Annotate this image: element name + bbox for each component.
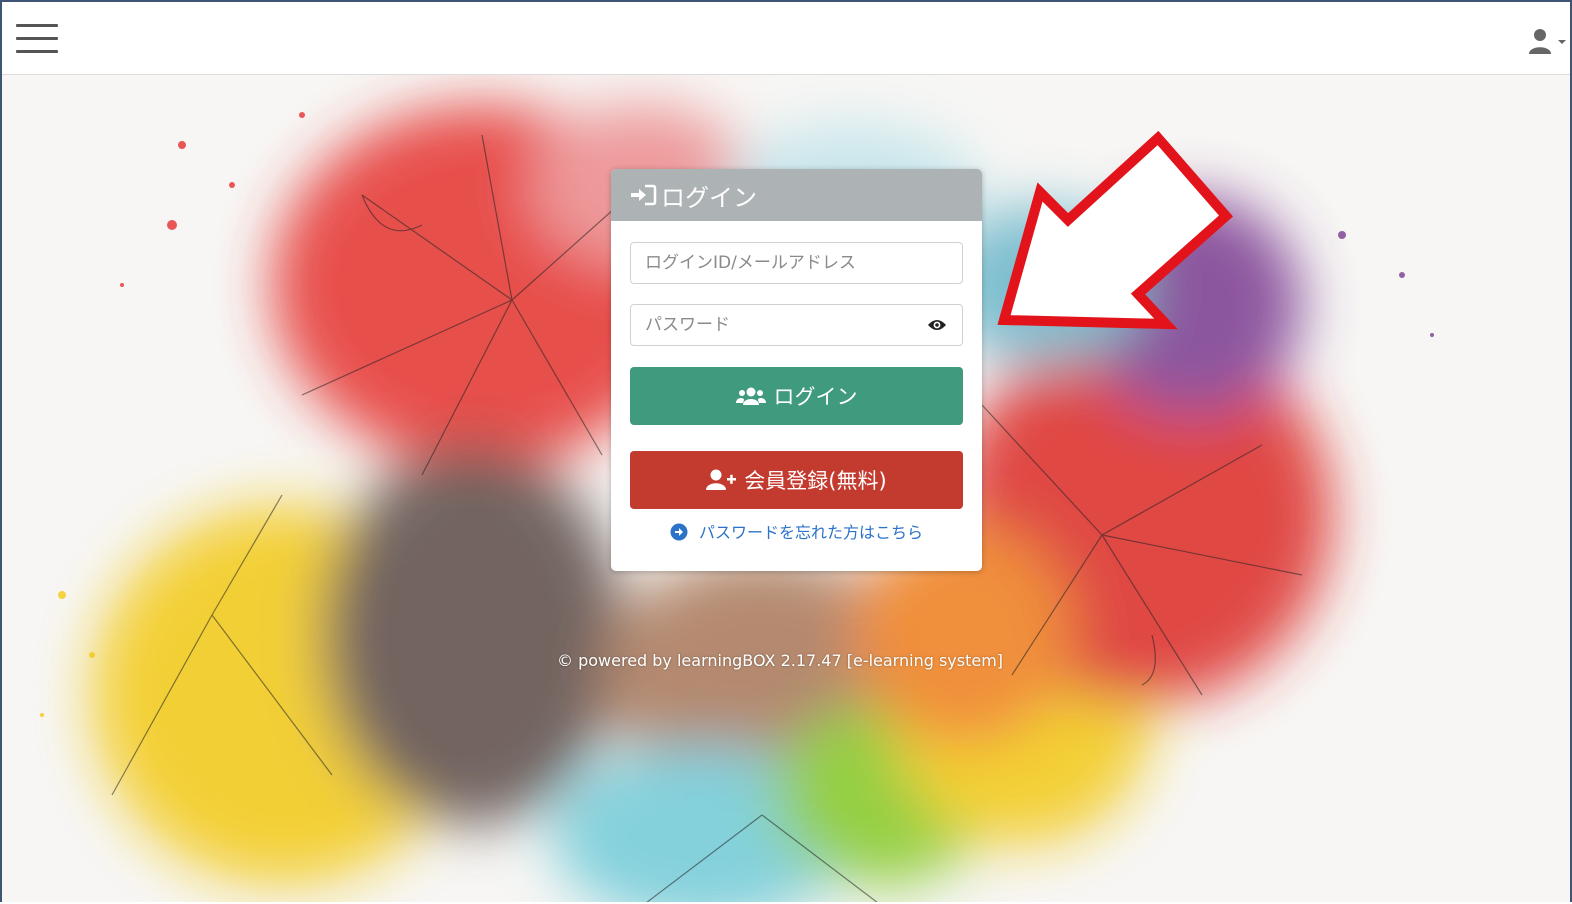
password-field[interactable]: [630, 304, 963, 346]
sign-in-icon: [631, 184, 657, 206]
users-icon: [735, 387, 766, 405]
login-id-field[interactable]: [630, 242, 963, 284]
password-input[interactable]: [631, 305, 925, 345]
user-icon: [1529, 29, 1566, 54]
register-button[interactable]: 会員登録(無料): [630, 451, 963, 509]
browser-frame: © powered by learningBOX 2.17.47 [e-lear…: [0, 0, 1572, 902]
login-card-title: ログイン: [661, 183, 757, 212]
menu-toggle-button[interactable]: [16, 24, 58, 56]
forgot-password-label: パスワードを忘れた方はこちら: [699, 523, 924, 542]
hamburger-icon: [16, 24, 58, 27]
login-button-label: ログイン: [773, 385, 858, 409]
hamburger-bar: [16, 50, 58, 53]
register-button-label: 会員登録(無料): [744, 469, 887, 493]
eye-icon[interactable]: [927, 318, 947, 332]
user-menu-button[interactable]: [1528, 28, 1568, 56]
powered-by-text: © powered by learningBOX 2.17.47 [e-lear…: [557, 651, 1004, 670]
hamburger-bar: [16, 37, 58, 40]
user-plus-icon: [706, 469, 737, 490]
login-card: ログイン ログインID/メールアドレス ログイン 会員登録(無料) パスワードを…: [611, 169, 982, 571]
login-button[interactable]: ログイン: [630, 367, 963, 425]
login-card-header: ログイン: [611, 169, 982, 221]
top-navbar: [2, 2, 1570, 75]
login-id-input[interactable]: [631, 243, 925, 283]
forgot-password-link[interactable]: パスワードを忘れた方はこちら: [611, 519, 982, 543]
red-arrow: [997, 130, 1234, 330]
arrow-circle-right-icon: [670, 523, 688, 541]
